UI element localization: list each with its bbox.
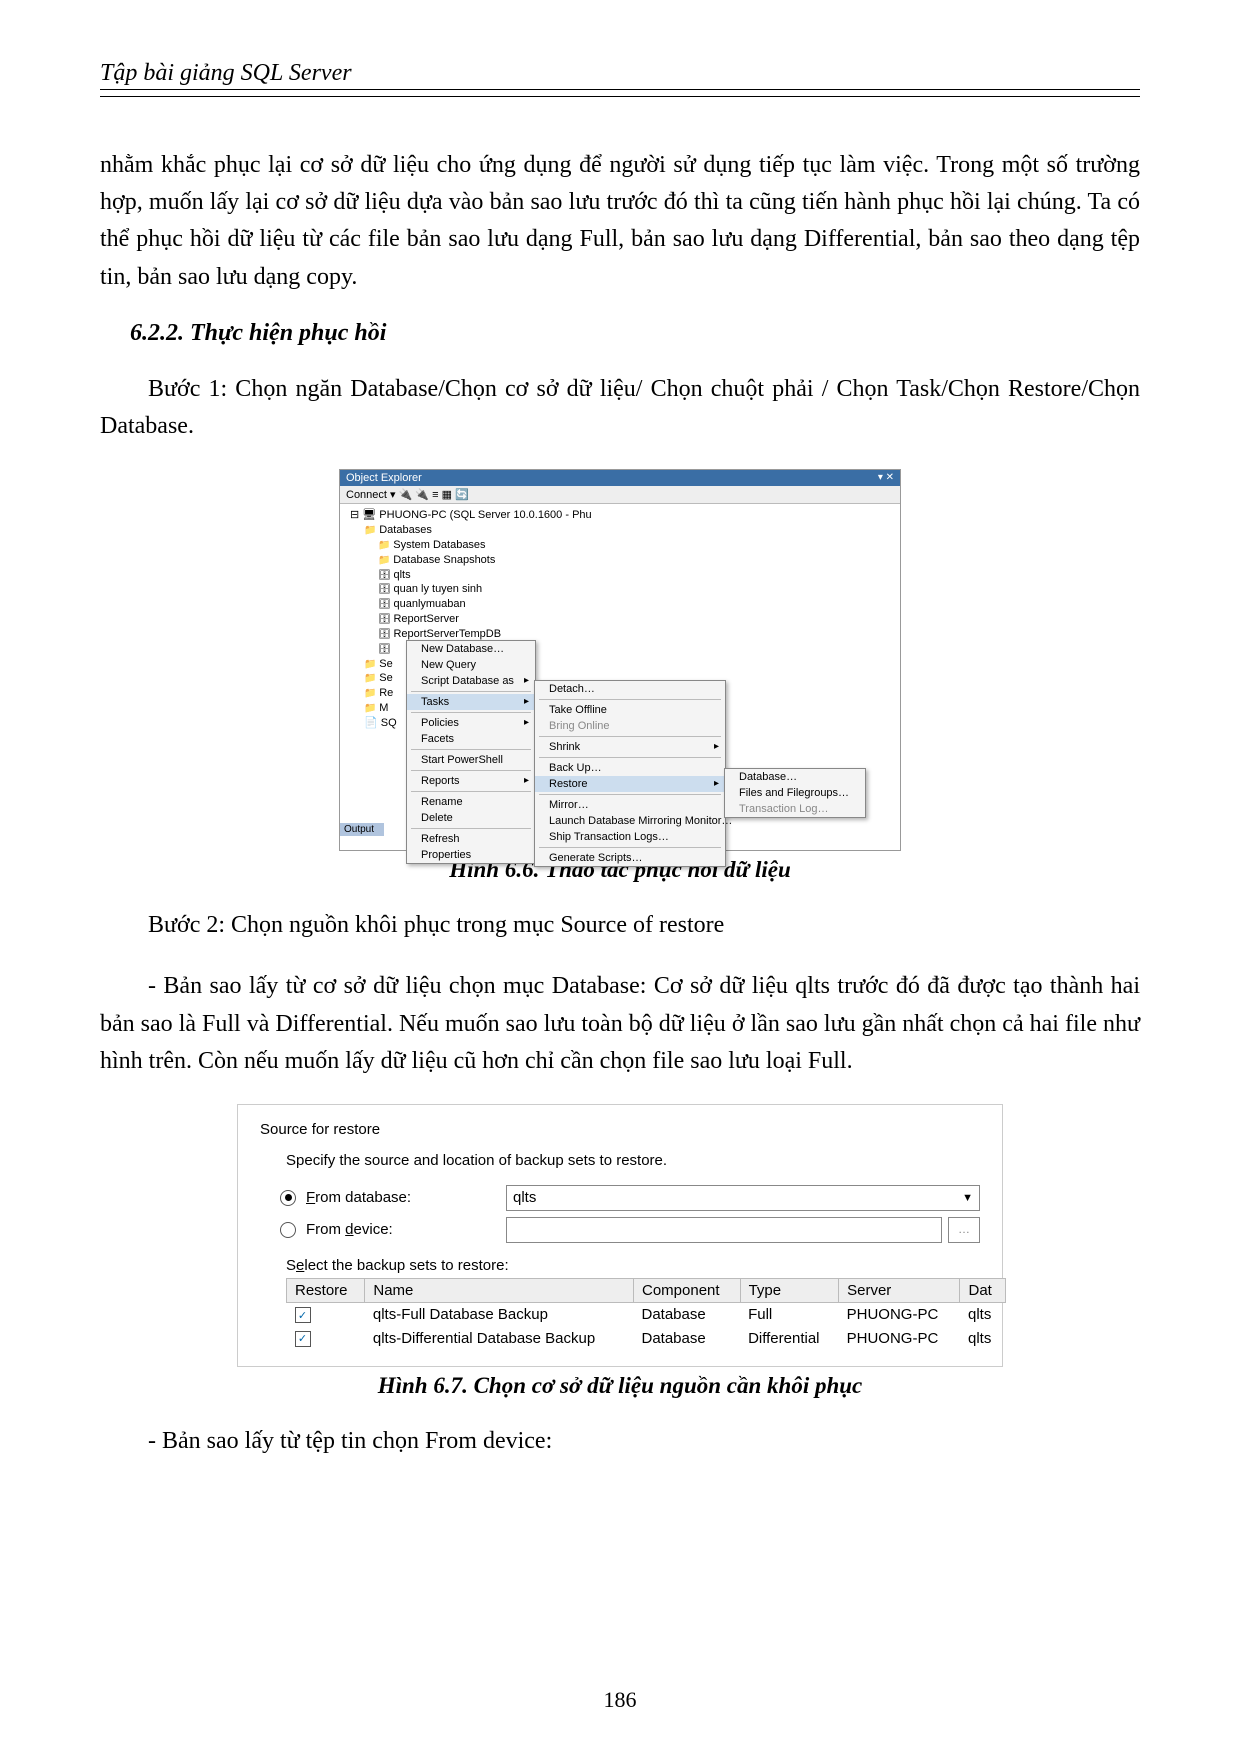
radio-from-device[interactable] — [280, 1222, 296, 1238]
from-db-label: From database: — [306, 1189, 466, 1206]
chevron-down-icon: ▼ — [962, 1192, 973, 1204]
step2: Bước 2: Chọn nguồn khôi phục trong mục S… — [100, 907, 1140, 944]
mi-takeoffline[interactable]: Take Offline — [535, 702, 725, 718]
step1: Bước 1: Chọn ngăn Database/Chọn cơ sở dữ… — [100, 371, 1140, 445]
cell-comp-1: Database — [634, 1326, 741, 1350]
th-server: Server — [839, 1278, 960, 1302]
mi-policies[interactable]: Policies — [407, 715, 535, 731]
mi-delete[interactable]: Delete — [407, 810, 535, 826]
pin-close-icons: ▾ ✕ — [878, 472, 894, 484]
browse-button[interactable]: … — [948, 1217, 980, 1243]
mi-newquery[interactable]: New Query — [407, 657, 535, 673]
mi-shiplogs[interactable]: Ship Transaction Logs… — [535, 829, 725, 845]
table-row[interactable]: ✓ qlts-Full Database Backup Database Ful… — [287, 1302, 1006, 1326]
db-quanly[interactable]: quan ly tuyen sinh — [350, 582, 555, 597]
group-title: Source for restore — [260, 1121, 980, 1138]
object-explorer-title: Object Explorer — [346, 472, 422, 484]
cell-name-1: qlts-Differential Database Backup — [365, 1326, 634, 1350]
mi-tasks[interactable]: Tasks — [407, 694, 535, 710]
context-menu-2[interactable]: Detach… Take Offline Bring Online Shrink… — [534, 680, 726, 867]
mi-newdb[interactable]: New Database… — [407, 641, 535, 657]
mi-restore-files[interactable]: Files and Filegroups… — [725, 785, 865, 801]
mi-mirror[interactable]: Mirror… — [535, 797, 725, 813]
radio-from-database[interactable] — [280, 1190, 296, 1206]
db-reportserver[interactable]: ReportServer — [350, 612, 555, 627]
cell-comp-0: Database — [634, 1302, 741, 1326]
from-database-row[interactable]: From database: qlts ▼ — [280, 1185, 980, 1211]
output-pane-label: Output — [340, 823, 384, 836]
paragraph-1: nhằm khắc phục lại cơ sở dữ liệu cho ứng… — [100, 147, 1140, 296]
object-explorer-titlebar: Object Explorer ▾ ✕ — [340, 470, 900, 486]
mi-facets[interactable]: Facets — [407, 731, 535, 747]
context-menu-3[interactable]: Database… Files and Filegroups… Transact… — [724, 768, 866, 818]
cell-server-1: PHUONG-PC — [839, 1326, 960, 1350]
from-device-row[interactable]: From device: … — [280, 1217, 980, 1243]
hint-text: Specify the source and location of backu… — [286, 1152, 980, 1169]
backup-sets-table[interactable]: Restore Name Component Type Server Dat ✓… — [286, 1278, 1006, 1350]
paragraph-2: - Bản sao lấy từ cơ sở dữ liệu chọn mục … — [100, 968, 1140, 1080]
paragraph-3: - Bản sao lấy từ tệp tin chọn From devic… — [148, 1423, 1140, 1460]
from-device-box — [506, 1217, 942, 1243]
mi-startps[interactable]: Start PowerShell — [407, 752, 535, 768]
mi-script[interactable]: Script Database as — [407, 673, 535, 689]
checkbox-row0[interactable]: ✓ — [295, 1307, 311, 1323]
checkbox-row1[interactable]: ✓ — [295, 1331, 311, 1347]
snapshot-node[interactable]: Database Snapshots — [350, 553, 555, 568]
mi-restore-database[interactable]: Database… — [725, 769, 865, 785]
mi-launchmirror[interactable]: Launch Database Mirroring Monitor… — [535, 813, 725, 829]
context-menu-1[interactable]: New Database… New Query Script Database … — [406, 640, 536, 864]
from-db-combo[interactable]: qlts ▼ — [506, 1185, 980, 1211]
mi-properties[interactable]: Properties — [407, 847, 535, 863]
figure-6-6: Object Explorer ▾ ✕ Connect ▾ 🔌 🔌 ≡ ▦ 🔄 … — [339, 469, 901, 851]
mi-detach[interactable]: Detach… — [535, 681, 725, 697]
th-type: Type — [740, 1278, 839, 1302]
th-component: Component — [634, 1278, 741, 1302]
mi-refresh[interactable]: Refresh — [407, 831, 535, 847]
cell-name-0: qlts-Full Database Backup — [365, 1302, 634, 1326]
table-row[interactable]: ✓ qlts-Differential Database Backup Data… — [287, 1326, 1006, 1350]
cell-db-0: qlts — [960, 1302, 1006, 1326]
sysdb-node[interactable]: System Databases — [350, 538, 555, 553]
db-quanlymuaban[interactable]: quanlymuaban — [350, 597, 555, 612]
th-restore: Restore — [287, 1278, 365, 1302]
select-backup-label: Select the backup sets to restore: — [286, 1257, 980, 1274]
from-db-value: qlts — [513, 1189, 536, 1206]
cell-db-1: qlts — [960, 1326, 1006, 1350]
page-header: Tập bài giảng SQL Server — [100, 60, 1140, 97]
server-node[interactable]: ⊟ 🖥 PHUONG-PC (SQL Server 10.0.1600 - Ph… — [350, 508, 555, 523]
mi-rename[interactable]: Rename — [407, 794, 535, 810]
subheading-622: 6.2.2. Thực hiện phục hồi — [130, 320, 1140, 347]
mi-shrink[interactable]: Shrink — [535, 739, 725, 755]
mi-bringonline: Bring Online — [535, 718, 725, 734]
from-device-label: From device: — [306, 1221, 466, 1238]
toolbar-icons[interactable]: 🔌 🔌 ≡ ▦ 🔄 — [399, 489, 469, 501]
th-name: Name — [365, 1278, 634, 1302]
page-number: 186 — [0, 1687, 1240, 1713]
object-explorer-toolbar[interactable]: Connect ▾ 🔌 🔌 ≡ ▦ 🔄 — [340, 486, 900, 504]
connect-button[interactable]: Connect ▾ — [346, 489, 396, 501]
th-database: Dat — [960, 1278, 1006, 1302]
databases-node[interactable]: Databases — [350, 523, 555, 538]
mi-reports[interactable]: Reports — [407, 773, 535, 789]
header-title: Tập bài giảng SQL Server — [100, 60, 352, 86]
mi-backup[interactable]: Back Up… — [535, 760, 725, 776]
db-qlts[interactable]: qlts — [350, 568, 555, 583]
mi-genscripts[interactable]: Generate Scripts… — [535, 850, 725, 866]
mi-restore-tlog: Transaction Log… — [725, 801, 865, 817]
cell-server-0: PHUONG-PC — [839, 1302, 960, 1326]
mi-restore[interactable]: Restore — [535, 776, 725, 792]
cell-type-1: Differential — [740, 1326, 839, 1350]
caption-6-7: Hình 6.7. Chọn cơ sở dữ liệu nguồn cần k… — [100, 1373, 1140, 1399]
cell-type-0: Full — [740, 1302, 839, 1326]
figure-6-7: Source for restore Specify the source an… — [237, 1104, 1003, 1367]
